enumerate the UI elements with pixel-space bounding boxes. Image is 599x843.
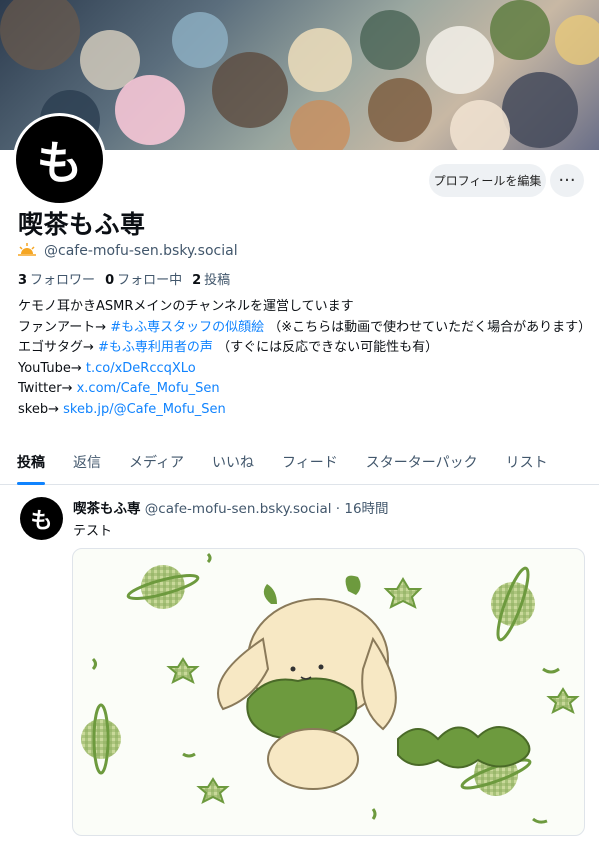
bio-line: ファンアート→ #もふ専スタッフの似顔絵 （※こちらは動画で使わせていただく場合… bbox=[18, 319, 592, 335]
post-header: 喫茶もふ専 @cafe-mofu-sen.bsky.social · 16時間 bbox=[73, 497, 389, 517]
hashtag-link[interactable]: #もふ専スタッフの似顔絵 bbox=[110, 320, 264, 335]
ellipsis-icon: ··· bbox=[558, 170, 576, 191]
tab-replies[interactable]: 返信 bbox=[59, 439, 115, 484]
edit-profile-button[interactable]: プロフィールを編集 bbox=[429, 164, 546, 197]
sun-icon bbox=[18, 242, 36, 260]
post-text: テスト bbox=[73, 524, 113, 539]
post-author-avatar[interactable]: も bbox=[20, 497, 63, 540]
profile-bio: ケモノ耳かきASMRメインのチャンネルを運営しています ファンアート→ #もふ専… bbox=[18, 297, 593, 420]
display-name: 喫茶もふ専 bbox=[18, 210, 146, 239]
posts-stat: 2 投稿 bbox=[192, 273, 231, 288]
following-stat[interactable]: 0 フォロー中 bbox=[105, 269, 182, 288]
profile-stats: 3 フォロワー 0 フォロー中 2 投稿 bbox=[18, 269, 230, 288]
profile-avatar[interactable]: も bbox=[13, 113, 106, 206]
hashtag-link[interactable]: #もふ専利用者の声 bbox=[98, 340, 213, 355]
tab-starter-packs[interactable]: スターターパック bbox=[352, 439, 492, 484]
tab-lists[interactable]: リスト bbox=[492, 439, 562, 484]
post-image[interactable] bbox=[72, 548, 585, 836]
post-separator: · bbox=[335, 501, 341, 517]
post-illustration bbox=[81, 552, 580, 824]
tab-likes[interactable]: いいね bbox=[198, 439, 268, 484]
more-options-button[interactable]: ··· bbox=[550, 164, 584, 197]
bio-line: エゴサタグ→ #もふ専利用者の声 （すぐには反応できない可能性も有） bbox=[18, 340, 439, 355]
skeb-link[interactable]: skeb.jp/@Cafe_Mofu_Sen bbox=[63, 402, 226, 417]
bio-line: Twitter→ x.com/Cafe_Mofu_Sen bbox=[18, 381, 220, 396]
tab-media[interactable]: メディア bbox=[115, 439, 198, 484]
post-author-name[interactable]: 喫茶もふ専 bbox=[73, 501, 141, 517]
profile-tabs: 投稿 返信 メディア いいね フィード スターターパック リスト bbox=[0, 439, 599, 485]
profile-handle: @cafe-mofu-sen.bsky.social bbox=[44, 243, 238, 259]
handle-row: @cafe-mofu-sen.bsky.social bbox=[18, 242, 238, 260]
bio-line: skeb→ skeb.jp/@Cafe_Mofu_Sen bbox=[18, 401, 226, 417]
avatar-glyph: も bbox=[36, 135, 83, 190]
tab-posts[interactable]: 投稿 bbox=[0, 439, 59, 485]
followers-stat[interactable]: 3 フォロワー bbox=[18, 269, 95, 288]
bio-line: ケモノ耳かきASMRメインのチャンネルを運営しています bbox=[18, 299, 354, 314]
youtube-link[interactable]: t.co/xDeRccqXLo bbox=[86, 361, 196, 376]
tab-feeds[interactable]: フィード bbox=[268, 439, 352, 484]
bio-line: YouTube→ t.co/xDeRccqXLo bbox=[18, 360, 196, 376]
post-time[interactable]: 16時間 bbox=[344, 501, 388, 517]
twitter-link[interactable]: x.com/Cafe_Mofu_Sen bbox=[77, 381, 220, 396]
post-author-handle[interactable]: @cafe-mofu-sen.bsky.social bbox=[145, 501, 332, 517]
